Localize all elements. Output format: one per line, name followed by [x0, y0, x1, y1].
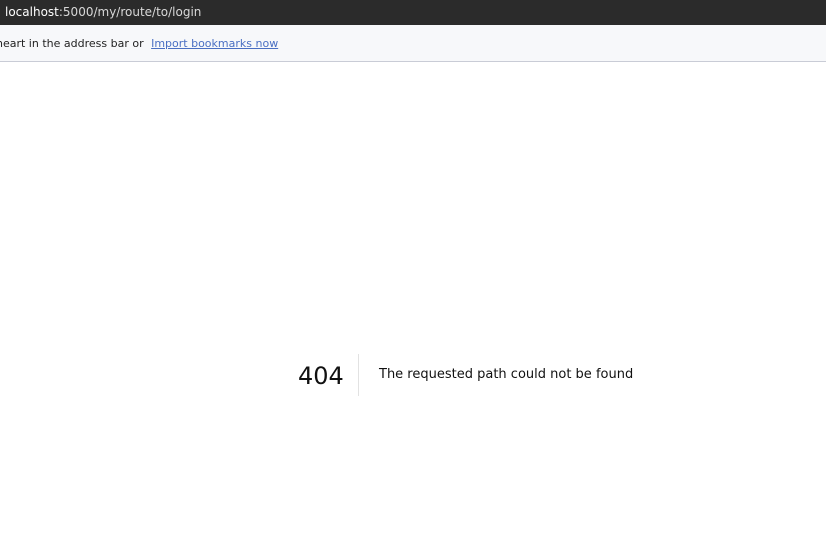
import-bookmarks-link[interactable]: Import bookmarks now: [151, 37, 278, 50]
bookmarks-bar: heart in the address bar or Import bookm…: [0, 25, 826, 62]
url-host: localhost: [5, 5, 59, 19]
error-container: 404 The requested path could not be foun…: [298, 354, 633, 396]
address-bar[interactable]: localhost:5000/my/route/to/login: [0, 0, 826, 25]
error-code: 404: [298, 362, 344, 390]
bookmarks-hint-text: heart in the address bar or: [0, 37, 148, 50]
error-divider: [358, 354, 359, 396]
url-path: :5000/my/route/to/login: [58, 5, 202, 19]
error-message: The requested path could not be found: [379, 367, 634, 382]
